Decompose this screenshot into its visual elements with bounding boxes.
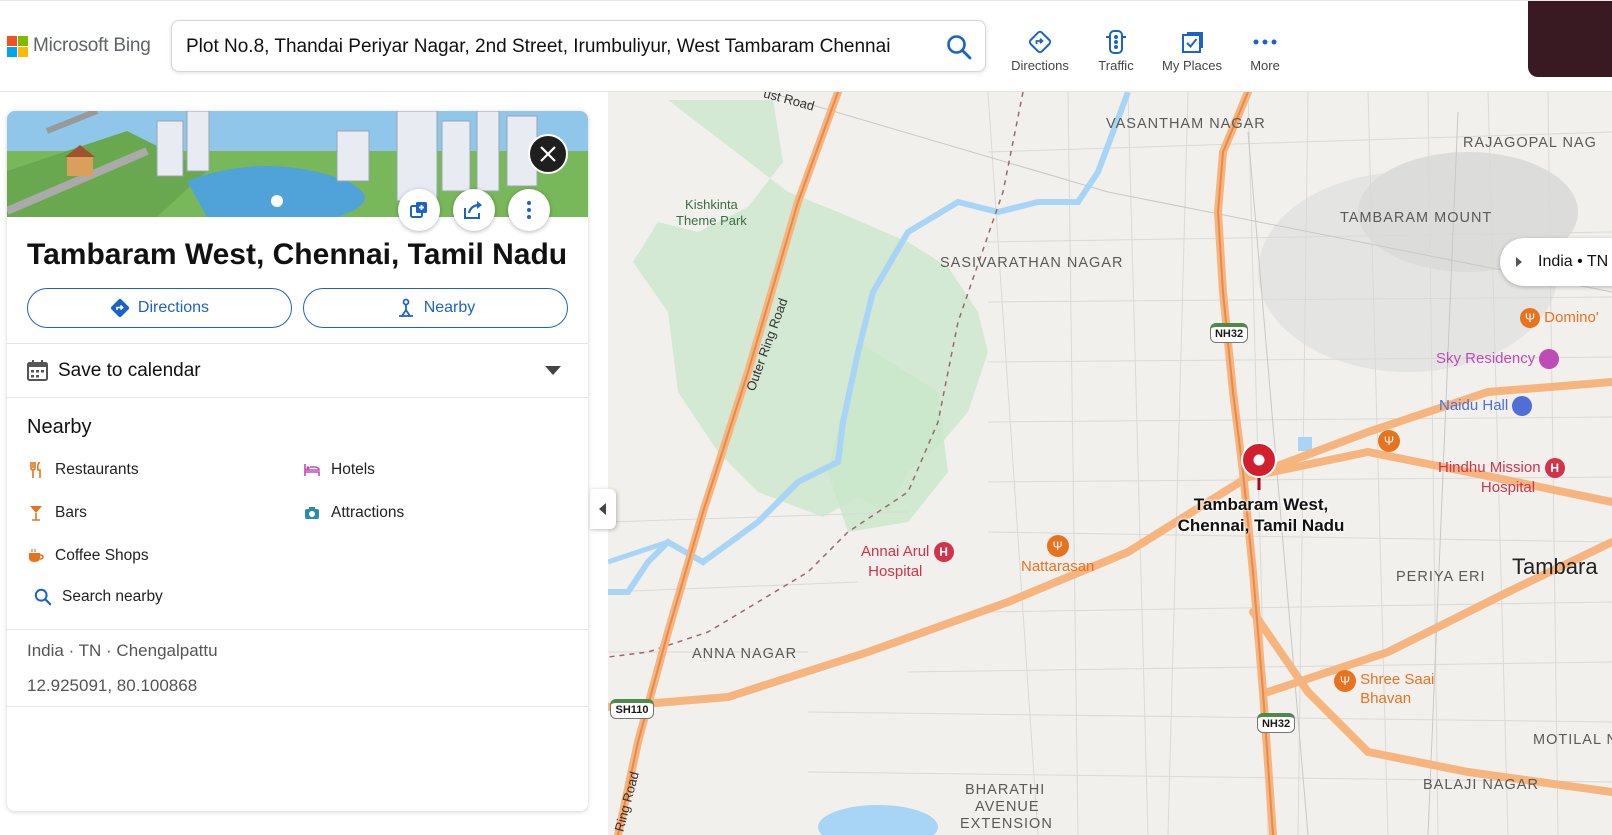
nav-label: Traffic (1098, 58, 1134, 73)
highway-shield: SH110 (610, 699, 654, 719)
chevron-left-icon (599, 503, 606, 515)
poi-dominos[interactable]: Ψ Domino' (1520, 308, 1599, 329)
nearby-bars[interactable]: Bars (27, 504, 87, 522)
more-icon (1253, 39, 1277, 45)
area-label: BHARATHI (965, 782, 1046, 798)
nav-my-places[interactable]: My Places (1152, 29, 1232, 73)
directions-icon (1028, 30, 1052, 54)
nearby-button[interactable]: Nearby (303, 288, 568, 328)
place-title: Tambaram West, Chennai, Tamil Nadu (27, 238, 568, 271)
area-label: ANNA NAGAR (692, 646, 798, 662)
nav-directions[interactable]: Directions (1000, 29, 1080, 73)
nearby-hotels[interactable]: Hotels (303, 461, 375, 479)
directions-icon (110, 298, 129, 318)
top-bar: Microsoft Bing Plot No.8, Thandai Periya… (0, 0, 1612, 92)
search-input[interactable]: Plot No.8, Thandai Periyar Nagar, 2nd St… (186, 36, 928, 58)
save-to-calendar-row[interactable]: Save to calendar (7, 344, 588, 397)
hospital-icon: H (1544, 458, 1565, 479)
nearby-coffee-shops[interactable]: Coffee Shops (27, 547, 149, 565)
divider (7, 706, 588, 707)
hero-image (7, 111, 588, 217)
directions-button[interactable]: Directions (27, 288, 292, 328)
nearby-restaurants[interactable]: Restaurants (27, 461, 139, 479)
area-label: RAJAGOPAL NAG (1463, 135, 1597, 151)
area-label: TAMBARAM MOUNT (1340, 210, 1493, 226)
restaurant-icon (27, 461, 45, 479)
divider (7, 629, 588, 630)
traffic-icon (1106, 30, 1126, 54)
poi-shree-saai-bhavan[interactable]: Ψ Shree Saai Bhavan (1334, 670, 1434, 708)
pin-label: Tambaram West, Chennai, Tamil Nadu (1177, 495, 1345, 535)
my-places-icon (1182, 32, 1203, 53)
coffee-icon (27, 547, 45, 565)
city-label: Tambara (1512, 554, 1598, 579)
area-label: AVENUE (975, 799, 1040, 815)
save-place-button[interactable] (398, 189, 440, 231)
restaurant-icon: Ψ (1378, 430, 1400, 452)
user-avatar[interactable] (1528, 1, 1612, 77)
restaurant-icon: Ψ (1334, 670, 1356, 692)
search-box[interactable]: Plot No.8, Thandai Periyar Nagar, 2nd St… (171, 20, 986, 72)
close-button[interactable] (528, 134, 568, 174)
nearby-heading: Nearby (27, 416, 92, 438)
location-path: India · TN · Chengalpattu (27, 641, 218, 660)
close-icon (540, 146, 556, 162)
map-canvas[interactable]: VASANTHAM NAGAR RAJAGOPAL NAG TAMBARAM M… (608, 92, 1612, 835)
more-options-button[interactable] (508, 189, 550, 231)
poi-annai-arul-hospital[interactable]: Annai Arul H Hospital (861, 542, 954, 581)
more-vertical-icon (527, 201, 531, 219)
place-panel: Tambaram West, Chennai, Tamil Nadu Direc… (7, 111, 588, 811)
calendar-icon (27, 360, 48, 381)
area-label: BALAJI NAGAR (1423, 777, 1539, 793)
map-breadcrumb[interactable]: India • TN (1500, 238, 1612, 286)
divider (7, 397, 588, 398)
restaurant-icon: Ψ (1520, 308, 1540, 329)
poi-nattarasan[interactable]: Ψ Nattarasan (1021, 535, 1094, 576)
share-button[interactable] (453, 189, 495, 231)
area-label: EXTENSION (960, 816, 1053, 832)
nearby-attractions[interactable]: Attractions (303, 504, 404, 522)
nav-label: More (1250, 58, 1280, 73)
area-label: PERIYA ERI (1396, 569, 1486, 585)
chevron-down-icon (545, 366, 561, 375)
nav-label: Directions (1011, 58, 1069, 73)
area-label: MOTILAL NA (1533, 732, 1612, 748)
nav-traffic[interactable]: Traffic (1076, 29, 1156, 73)
hotel-icon (1539, 349, 1560, 370)
poi-naidu-hall[interactable]: Naidu Hall (1439, 396, 1533, 417)
search-icon (947, 35, 972, 60)
hotel-icon (303, 461, 321, 479)
nav-more[interactable]: More (1225, 29, 1305, 73)
highway-shield: NH32 (1210, 323, 1248, 343)
share-icon (464, 201, 482, 219)
poi-hindhu-mission-hospital[interactable]: Hindhu Mission H Hospital (1438, 458, 1578, 497)
nav-label: My Places (1162, 58, 1222, 73)
hospital-icon: H (933, 542, 954, 563)
area-label: VASANTHAM NAGAR (1106, 116, 1266, 132)
nearby-icon (398, 298, 413, 317)
search-nearby[interactable]: Search nearby (34, 588, 163, 606)
attraction-icon (303, 504, 321, 522)
poi-sky-residency[interactable]: Sky Residency (1436, 349, 1560, 370)
brand-name: Microsoft Bing (33, 35, 151, 56)
shopping-icon (1512, 396, 1533, 417)
highway-shield: NH32 (1257, 713, 1295, 733)
collapse-panel-button[interactable] (590, 489, 616, 529)
restaurant-icon: Ψ (1046, 535, 1069, 557)
bing-logo[interactable]: Microsoft Bing (7, 35, 151, 57)
microsoft-logo-icon (7, 35, 28, 57)
search-button[interactable] (945, 33, 973, 61)
area-label: SASIVARATHAN NAGAR (940, 255, 1124, 271)
bar-icon (27, 504, 45, 522)
park-label: Kishkinta Theme Park (676, 197, 747, 228)
poi-restaurant[interactable]: Ψ (1378, 430, 1400, 452)
caret-right-icon (1516, 257, 1522, 267)
coordinates: 12.925091, 80.100868 (27, 676, 198, 695)
copy-icon (410, 202, 427, 218)
search-icon (34, 588, 52, 606)
